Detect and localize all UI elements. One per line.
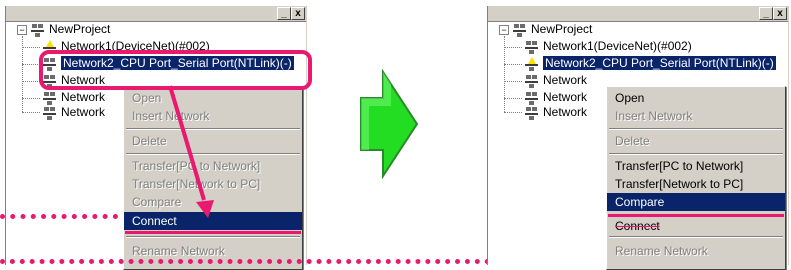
- tree-item-network1[interactable]: Network1(DeviceNet)(#002): [524, 38, 692, 54]
- context-menu: Open Insert Network Delete Transfer[PC t…: [606, 86, 786, 270]
- window-title-bar: _ x: [488, 6, 788, 22]
- menu-item-compare[interactable]: Compare: [607, 193, 785, 211]
- menu-item-connect[interactable]: Connect: [607, 217, 785, 235]
- collapse-toggle-icon[interactable]: −: [499, 25, 509, 35]
- right-project-panel: _ x − NewProject Network1(DeviceNet)(#00…: [487, 6, 789, 270]
- transition-arrow-icon: [360, 68, 419, 180]
- menu-item-transfer-pc-to-network[interactable]: Transfer[PC to Network]: [607, 157, 785, 175]
- tree-item-network4[interactable]: Network: [524, 89, 587, 105]
- minimize-icon[interactable]: _: [759, 7, 773, 20]
- menu-item-open[interactable]: Open: [607, 89, 785, 107]
- network-icon: [524, 40, 540, 54]
- network-icon: [524, 74, 540, 88]
- network-icon: [524, 91, 540, 105]
- project-icon: [512, 23, 528, 37]
- menu-item-transfer-network-to-pc[interactable]: Transfer[Network to PC]: [607, 175, 785, 193]
- network-icon: [524, 106, 540, 120]
- close-icon[interactable]: x: [773, 7, 787, 20]
- network-warning-icon: [524, 56, 540, 71]
- tree-item-root[interactable]: NewProject: [512, 21, 592, 37]
- highlight-underline: [608, 214, 784, 217]
- menu-item-rename-network[interactable]: Rename Network: [607, 242, 785, 260]
- tree-item-network3[interactable]: Network: [524, 72, 587, 88]
- menu-item-delete[interactable]: Delete: [607, 132, 785, 150]
- menu-item-insert-network[interactable]: Insert Network: [607, 107, 785, 125]
- tree-item-network2[interactable]: Network2_CPU Port_Serial Port(NTLink)(-): [524, 55, 776, 71]
- tree-item-network5[interactable]: Network: [524, 104, 587, 120]
